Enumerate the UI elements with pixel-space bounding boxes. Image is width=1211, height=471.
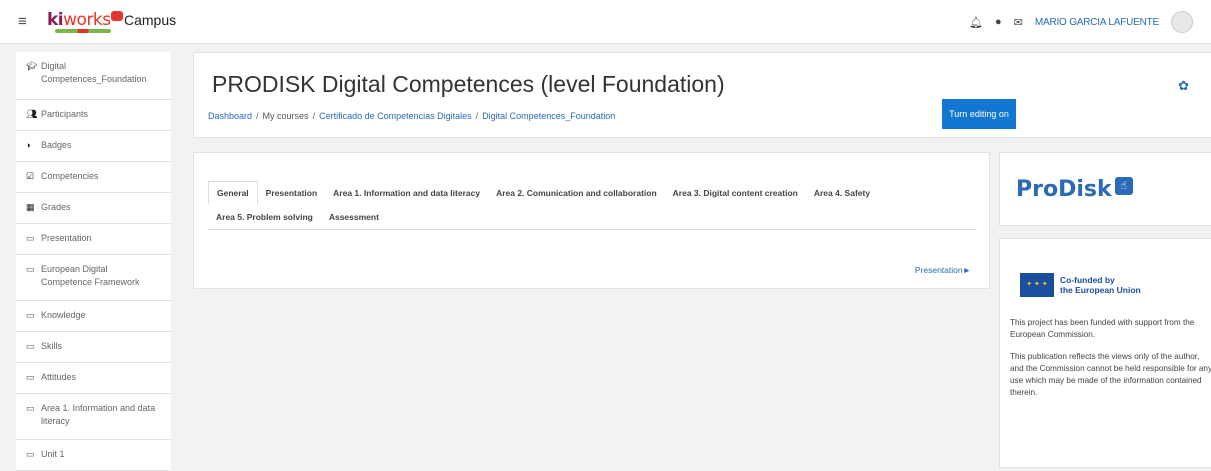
folder-icon: ▭ bbox=[26, 310, 35, 320]
tab-row-2: Area 5. Problem solving Assessment bbox=[208, 205, 977, 229]
sidebar-item-presentation[interactable]: ▭ Presentation bbox=[16, 224, 171, 255]
sidebar-item-participants[interactable]: 👥︎ Participants bbox=[16, 100, 171, 131]
tab-row-1: General Presentation Area 1. Information… bbox=[208, 181, 977, 205]
tab-assessment[interactable]: Assessment bbox=[321, 205, 387, 229]
hand-pointer-icon: ☝ bbox=[1114, 177, 1133, 195]
eu-line-1: Co-funded by bbox=[1060, 275, 1115, 285]
folder-icon: ▭ bbox=[26, 372, 35, 382]
page-title: PRODISK Digital Competences (level Found… bbox=[212, 71, 725, 97]
site-logo[interactable]: kiworks bbox=[47, 10, 123, 30]
chat-icon[interactable]: ● bbox=[995, 16, 1002, 28]
sidebar-item-label: Attitudes bbox=[41, 372, 77, 382]
sidebar-item-label: Badges bbox=[41, 140, 72, 150]
course-nav-drawer: 🎓︎ Digital Competences_Foundation 👥︎ Parti… bbox=[16, 52, 171, 471]
logo-ki-text: ki bbox=[47, 10, 64, 30]
folder-icon: ▭ bbox=[26, 233, 35, 243]
sidebar-item-label: Presentation bbox=[41, 233, 92, 243]
sidebar-item-course-home[interactable]: 🎓︎ Digital Competences_Foundation bbox=[16, 52, 171, 100]
sidebar-item-label: Competencies bbox=[41, 171, 99, 181]
breadcrumb-course[interactable]: Digital Competences_Foundation bbox=[482, 111, 615, 121]
sidebar-item-badges[interactable]: ◗ Badges bbox=[16, 131, 171, 162]
breadcrumb-dashboard[interactable]: Dashboard bbox=[208, 111, 252, 121]
sidebar-item-label: Knowledge bbox=[41, 310, 86, 320]
sidebar-item-label: Participants bbox=[41, 109, 89, 119]
sidebar-item-attitudes[interactable]: ▭ Attitudes bbox=[16, 363, 171, 394]
section-tabs: General Presentation Area 1. Information… bbox=[208, 181, 977, 230]
top-navbar: ≡ kiworks Campus 🔔︎ ● ✉ MARIO GARCIA LAF… bbox=[0, 0, 1211, 44]
prodisk-logo-text: ProDisk bbox=[1016, 177, 1112, 202]
site-name[interactable]: Campus bbox=[124, 12, 176, 28]
next-section-link[interactable]: Presentation► bbox=[915, 265, 971, 275]
user-name[interactable]: MARIO GARCIA LAFUENTE bbox=[1035, 17, 1159, 28]
sidebar-item-label: Area 1. Information and data literacy bbox=[41, 403, 156, 426]
users-icon: 👥︎ bbox=[26, 109, 38, 119]
tab-presentation[interactable]: Presentation bbox=[258, 181, 326, 205]
sidebar-item-label: Grades bbox=[41, 202, 71, 212]
checkbox-icon: ☑ bbox=[26, 171, 35, 181]
sidebar-item-skills[interactable]: ▭ Skills bbox=[16, 332, 171, 363]
logo-works-text: works bbox=[63, 10, 111, 30]
table-icon: ▦ bbox=[26, 202, 35, 212]
hamburger-menu-icon[interactable]: ≡ bbox=[18, 13, 27, 30]
tab-area-1[interactable]: Area 1. Information and data literacy bbox=[325, 181, 488, 205]
breadcrumb-my-courses[interactable]: My courses bbox=[263, 111, 309, 121]
folder-icon: ▭ bbox=[26, 264, 35, 274]
tab-area-4[interactable]: Area 4. Safety bbox=[806, 181, 878, 205]
funding-disclaimer-2: This publication reflects the views only… bbox=[1010, 352, 1211, 397]
sidebar-item-grades[interactable]: ▦ Grades bbox=[16, 193, 171, 224]
eu-cofunded-label: Co-funded by the European Union bbox=[1060, 275, 1170, 295]
sidebar-item-label: Skills bbox=[41, 341, 63, 351]
logo-badge-icon bbox=[110, 11, 123, 21]
tab-area-3[interactable]: Area 3. Digital content creation bbox=[665, 181, 806, 205]
tab-general[interactable]: General bbox=[208, 181, 258, 205]
folder-icon: ▭ bbox=[26, 341, 35, 351]
prodisk-logo: ProDisk ☝ bbox=[1016, 177, 1133, 202]
prodisk-logo-block: ProDisk ☝ bbox=[999, 152, 1211, 226]
logo-tagline-bar bbox=[55, 29, 111, 33]
course-content: General Presentation Area 1. Information… bbox=[193, 152, 990, 289]
page-header: PRODISK Digital Competences (level Found… bbox=[193, 52, 1211, 138]
sidebar-item-european-framework[interactable]: ▭ European Digital Competence Framework bbox=[16, 255, 171, 301]
sidebar-item-area-1[interactable]: ▭ Area 1. Information and data literacy bbox=[16, 394, 171, 440]
tab-area-5[interactable]: Area 5. Problem solving bbox=[208, 205, 321, 229]
gear-icon[interactable]: ✿ bbox=[1178, 78, 1189, 94]
shield-icon: ◗ bbox=[26, 140, 32, 150]
funding-disclaimer-1: This project has been funded with suppor… bbox=[1010, 318, 1195, 339]
sidebar-item-competencies[interactable]: ☑ Competencies bbox=[16, 162, 171, 193]
breadcrumb: Dashboard / My courses / Certificado de Comp… bbox=[208, 111, 616, 121]
graduation-cap-icon: 🎓︎ bbox=[26, 61, 38, 71]
sidebar-item-knowledge[interactable]: ▭ Knowledge bbox=[16, 301, 171, 332]
breadcrumb-category[interactable]: Certificado de Competencias Digitales bbox=[319, 111, 472, 121]
tab-area-2[interactable]: Area 2. Comunication and collaboration bbox=[488, 181, 665, 205]
mail-icon[interactable]: ✉ bbox=[1014, 16, 1023, 29]
avatar[interactable] bbox=[1171, 11, 1193, 33]
sidebar-item-label: European Digital Competence Framework bbox=[41, 264, 140, 287]
eu-funding-block: ✦ ✦ ✦ Co-funded by the European Union Thi… bbox=[999, 238, 1211, 468]
sidebar-item-label: Unit 1 bbox=[41, 449, 65, 459]
eu-flag-icon: ✦ ✦ ✦ bbox=[1020, 273, 1054, 297]
turn-editing-on-button[interactable]: Turn editing on bbox=[942, 99, 1016, 129]
bell-icon[interactable]: 🔔︎ bbox=[969, 16, 983, 29]
eu-line-2: the European Union bbox=[1060, 285, 1141, 295]
folder-icon: ▭ bbox=[26, 403, 35, 413]
folder-icon: ▭ bbox=[26, 449, 35, 459]
sidebar-item-label: Digital Competences_Foundation bbox=[41, 61, 147, 84]
user-menu: 🔔︎ ● ✉ MARIO GARCIA LAFUENTE bbox=[969, 11, 1193, 33]
